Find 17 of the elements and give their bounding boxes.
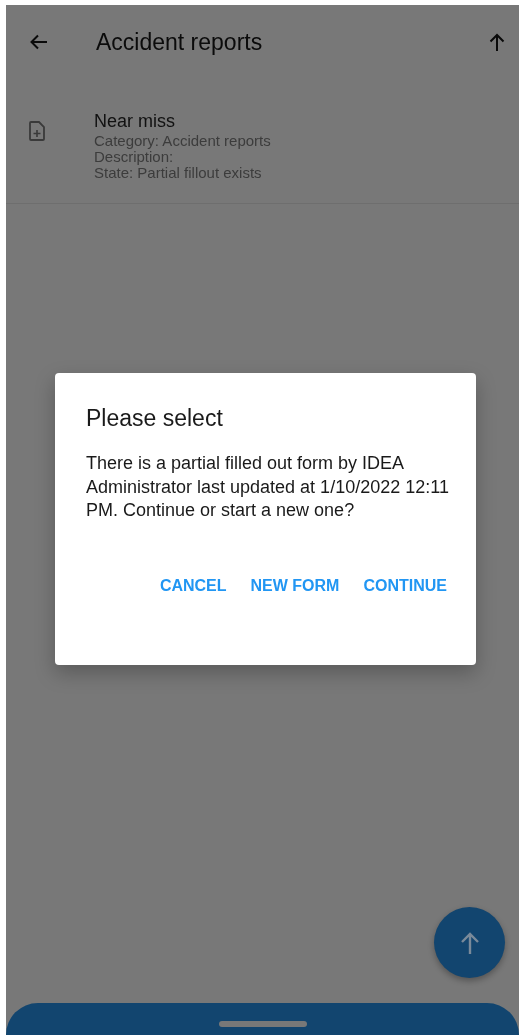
dialog-title: Please select	[86, 405, 224, 432]
list-item[interactable]: Near miss Category: Accident reports Description: State: Partial fillout exists	[6, 79, 519, 204]
back-arrow-icon[interactable]	[29, 32, 49, 52]
dialog-button[interactable]: CONTINUE	[354, 568, 456, 603]
scroll-up-button[interactable]	[434, 907, 505, 978]
document-add-icon	[29, 121, 45, 141]
screen-title: Accident reports	[96, 28, 264, 56]
item-title: Near miss	[94, 110, 176, 133]
bottom-sheet[interactable]	[6, 1003, 519, 1035]
dialog-button[interactable]: NEW FORM	[241, 568, 349, 603]
item-detail: Category: Accident reports	[94, 133, 271, 149]
dialog-message: There is a partial filled out form by IDEA Administrator last updated at 1/10/2022 12:11 PM. Continue or start a new one?	[86, 452, 450, 522]
up-arrow-icon[interactable]	[488, 32, 506, 52]
dialog-button[interactable]: CANCEL	[150, 568, 236, 603]
item-detail: State: Partial fillout exists	[94, 165, 263, 181]
item-detail: Description:	[94, 149, 175, 165]
drag-handle[interactable]	[218, 1021, 307, 1027]
